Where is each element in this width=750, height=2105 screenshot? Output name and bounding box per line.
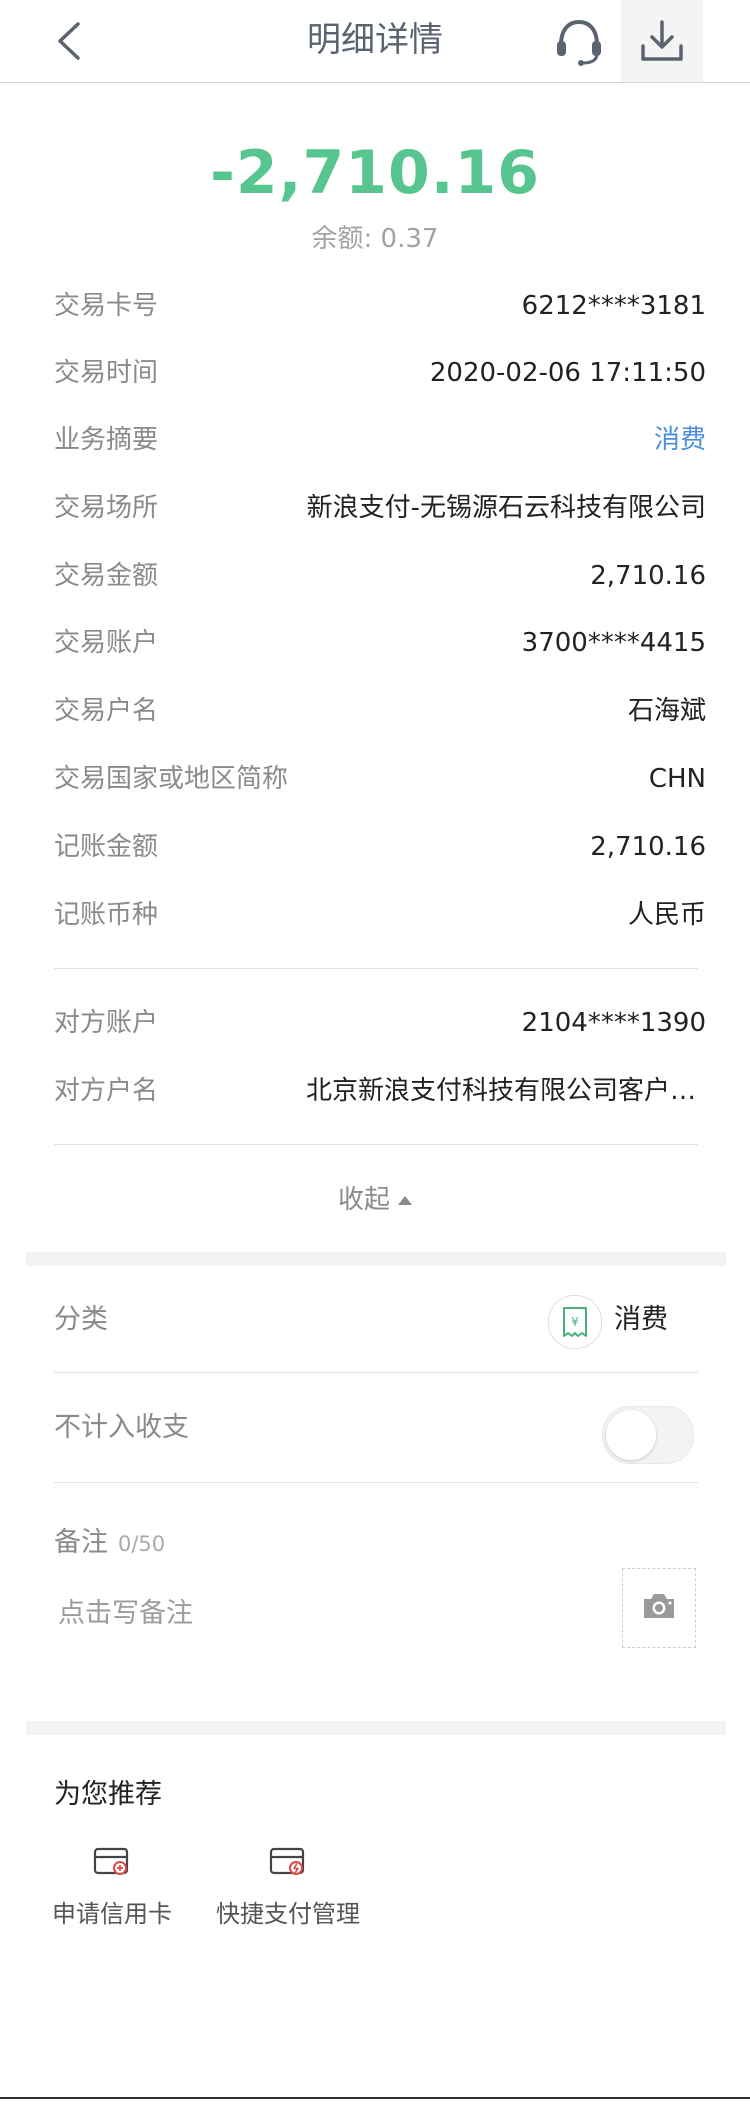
collapse-toggle[interactable]: 收起 xyxy=(0,1180,750,1220)
exclude-income-expense-row: 不计入收支 xyxy=(54,1388,706,1468)
detail-row-account: 交易账户 3700****4415 xyxy=(54,613,706,673)
detail-value: CHN xyxy=(648,764,706,794)
divider xyxy=(54,1372,698,1373)
detail-value: 石海斌 xyxy=(627,696,706,726)
detail-row-card-number: 交易卡号 6212****3181 xyxy=(54,276,706,336)
detail-label: 交易场所 xyxy=(54,493,159,523)
detail-row-summary: 业务摘要 消费 xyxy=(54,410,706,470)
detail-label: 交易国家或地区简称 xyxy=(54,764,289,794)
collapse-label: 收起 xyxy=(337,1185,390,1215)
detail-value: 3700****4415 xyxy=(521,628,706,658)
recommend-title: 为您推荐 xyxy=(54,1779,162,1810)
detail-row-time: 交易时间 2020-02-06 17:11:50 xyxy=(54,343,706,403)
exclude-toggle-switch[interactable] xyxy=(602,1406,694,1464)
note-label: 备注 xyxy=(54,1527,108,1558)
download-icon xyxy=(641,20,683,61)
detail-label: 交易时间 xyxy=(54,358,159,388)
detail-row-currency: 记账币种 人民币 xyxy=(54,885,706,945)
detail-value: 6212****3181 xyxy=(521,291,706,321)
note-char-count: 0/50 xyxy=(118,1532,166,1556)
exclude-label: 不计入收支 xyxy=(54,1412,189,1443)
detail-label: 记账金额 xyxy=(54,832,159,862)
category-value: 消费 xyxy=(614,1304,668,1335)
detail-row-merchant: 交易场所 新浪支付-无锡源石云科技有限公司 xyxy=(54,478,706,538)
apply-credit-card-button[interactable]: 申请信用卡 xyxy=(32,1846,192,1929)
rec-label: 快捷支付管理 xyxy=(216,1900,360,1928)
detail-row-counterparty-name: 对方户名 北京新浪支付科技有限公司客户备付金 xyxy=(54,1061,706,1121)
transaction-amount: -2,710.16 xyxy=(210,138,540,208)
detail-label: 记账币种 xyxy=(54,900,159,930)
section-gap xyxy=(26,1252,726,1266)
download-button[interactable] xyxy=(621,0,703,82)
nav-header: 明细详情 xyxy=(0,0,750,83)
detail-row-country: 交易国家或地区简称 CHN xyxy=(54,749,706,809)
customer-service-headset-icon[interactable] xyxy=(552,17,606,67)
svg-text:¥: ¥ xyxy=(571,1315,579,1329)
detail-value: 新浪支付-无锡源石云科技有限公司 xyxy=(306,493,706,523)
detail-label: 交易账户 xyxy=(54,628,159,658)
caret-up-icon xyxy=(398,1196,412,1205)
detail-row-account-name: 交易户名 石海斌 xyxy=(54,681,706,741)
detail-value: 2,710.16 xyxy=(590,561,706,591)
quick-pay-card-icon xyxy=(269,1847,305,1875)
toggle-knob xyxy=(606,1410,656,1460)
detail-label: 业务摘要 xyxy=(54,425,159,455)
detail-value: 北京新浪支付科技有限公司客户备付金 xyxy=(306,1076,706,1106)
category-label: 分类 xyxy=(54,1304,108,1335)
detail-label: 对方户名 xyxy=(54,1076,159,1106)
credit-card-add-icon xyxy=(93,1847,129,1875)
detail-label: 对方账户 xyxy=(54,1008,159,1038)
detail-label: 交易户名 xyxy=(54,696,159,726)
detail-row-posted-amount: 记账金额 2,710.16 xyxy=(54,817,706,877)
quick-pay-management-button[interactable]: 快捷支付管理 xyxy=(208,1846,368,1929)
note-section-label: 备注 0/50 xyxy=(54,1520,165,1559)
note-input[interactable] xyxy=(54,1588,578,1638)
divider xyxy=(54,1482,698,1483)
detail-label: 交易金额 xyxy=(54,561,159,591)
detail-value: 2020-02-06 17:11:50 xyxy=(429,358,706,388)
balance-text: 余额: 0.37 xyxy=(311,224,439,254)
detail-row-amount: 交易金额 2,710.16 xyxy=(54,546,706,606)
camera-icon xyxy=(644,1594,674,1618)
detail-value: 人民币 xyxy=(627,900,706,930)
divider xyxy=(54,1144,698,1145)
add-photo-button[interactable] xyxy=(622,1568,696,1648)
detail-label: 交易卡号 xyxy=(54,291,159,321)
detail-value: 2104****1390 xyxy=(521,1008,706,1038)
divider xyxy=(54,968,698,969)
receipt-yuan-icon: ¥ xyxy=(548,1295,602,1349)
category-row[interactable]: 分类 ¥ 消费 xyxy=(54,1280,706,1360)
business-summary-link[interactable]: 消费 xyxy=(654,410,706,470)
detail-value: 2,710.16 xyxy=(590,832,706,862)
bottom-divider xyxy=(0,2097,750,2099)
detail-row-counterparty-account: 对方账户 2104****1390 xyxy=(54,993,706,1053)
section-gap xyxy=(26,1721,726,1735)
rec-label: 申请信用卡 xyxy=(52,1900,172,1928)
